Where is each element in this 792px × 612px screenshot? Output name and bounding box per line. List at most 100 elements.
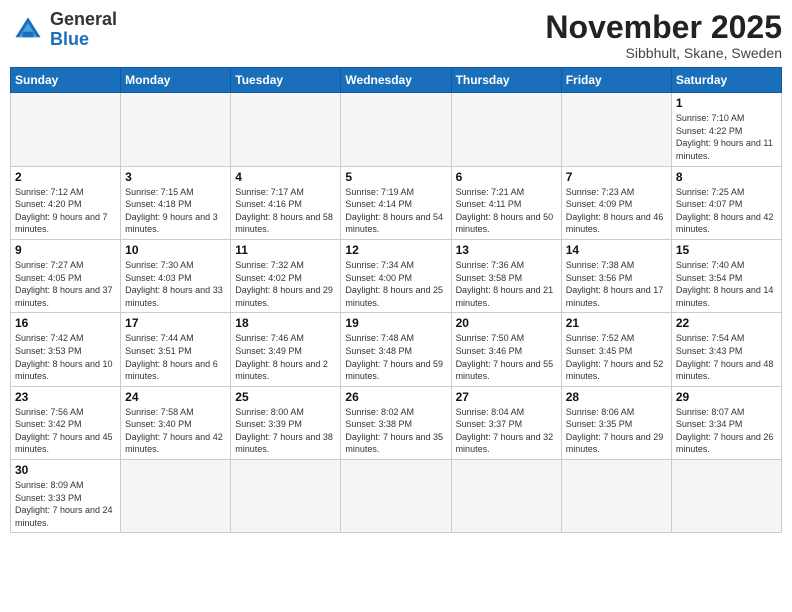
calendar-day-cell: 5 Sunrise: 7:19 AM Sunset: 4:14 PM Daylig… (341, 166, 451, 239)
day-number: 13 (456, 243, 557, 257)
calendar-day-cell: 24Sunrise: 7:58 AM Sunset: 3:40 PM Dayli… (121, 386, 231, 459)
day-info: Sunrise: 7:40 AM Sunset: 3:54 PM Dayligh… (676, 259, 777, 309)
day-info: Sunrise: 7:17 AM Sunset: 4:16 PM Dayligh… (235, 186, 336, 236)
day-number: 22 (676, 316, 777, 330)
day-number: 3 (125, 170, 226, 184)
calendar-day-cell (561, 93, 671, 166)
day-info: Sunrise: 7:56 AM Sunset: 3:42 PM Dayligh… (15, 406, 116, 456)
calendar-day-cell: 14Sunrise: 7:38 AM Sunset: 3:56 PM Dayli… (561, 239, 671, 312)
calendar-week-row: 1Sunrise: 7:10 AM Sunset: 4:22 PM Daylig… (11, 93, 782, 166)
day-number: 26 (345, 390, 446, 404)
day-number: 29 (676, 390, 777, 404)
day-info: Sunrise: 8:06 AM Sunset: 3:35 PM Dayligh… (566, 406, 667, 456)
col-friday: Friday (561, 68, 671, 93)
calendar-day-cell: 23Sunrise: 7:56 AM Sunset: 3:42 PM Dayli… (11, 386, 121, 459)
day-info: Sunrise: 7:30 AM Sunset: 4:03 PM Dayligh… (125, 259, 226, 309)
calendar-day-cell: 4Sunrise: 7:17 AM Sunset: 4:16 PM Daylig… (231, 166, 341, 239)
calendar-day-cell: 26 Sunrise: 8:02 AM Sunset: 3:38 PM Dayli… (341, 386, 451, 459)
day-info: Sunrise: 7:19 AM Sunset: 4:14 PM Dayligh… (345, 186, 446, 236)
col-sunday: Sunday (11, 68, 121, 93)
calendar-day-cell (451, 93, 561, 166)
day-info: Sunrise: 7:15 AM Sunset: 4:18 PM Dayligh… (125, 186, 226, 236)
day-number: 9 (15, 243, 116, 257)
day-number: 24 (125, 390, 226, 404)
calendar-week-row: 2 Sunrise: 7:12 AM Sunset: 4:20 PM Daylig… (11, 166, 782, 239)
day-info: Sunrise: 7:54 AM Sunset: 3:43 PM Dayligh… (676, 332, 777, 382)
day-info: Sunrise: 7:42 AM Sunset: 3:53 PM Dayligh… (15, 332, 116, 382)
day-number: 17 (125, 316, 226, 330)
day-number: 12 (345, 243, 446, 257)
day-info: Sunrise: 7:44 AM Sunset: 3:51 PM Dayligh… (125, 332, 226, 382)
day-info: Sunrise: 7:12 AM Sunset: 4:20 PM Dayligh… (15, 186, 116, 236)
calendar-day-cell (121, 93, 231, 166)
logo-text: General Blue (50, 10, 117, 50)
calendar-day-cell: 8 Sunrise: 7:25 AM Sunset: 4:07 PM Daylig… (671, 166, 781, 239)
calendar-day-cell: 11 Sunrise: 7:32 AM Sunset: 4:02 PM Dayli… (231, 239, 341, 312)
day-info: Sunrise: 8:07 AM Sunset: 3:34 PM Dayligh… (676, 406, 777, 456)
calendar-day-cell: 21Sunrise: 7:52 AM Sunset: 3:45 PM Dayli… (561, 313, 671, 386)
calendar-day-cell (671, 460, 781, 533)
col-monday: Monday (121, 68, 231, 93)
calendar-day-cell: 22 Sunrise: 7:54 AM Sunset: 3:43 PM Dayli… (671, 313, 781, 386)
day-number: 14 (566, 243, 667, 257)
calendar-header-row: Sunday Monday Tuesday Wednesday Thursday… (11, 68, 782, 93)
calendar-day-cell (231, 93, 341, 166)
calendar-day-cell: 13 Sunrise: 7:36 AM Sunset: 3:58 PM Dayli… (451, 239, 561, 312)
day-info: Sunrise: 7:48 AM Sunset: 3:48 PM Dayligh… (345, 332, 446, 382)
day-number: 18 (235, 316, 336, 330)
page: General Blue November 2025 Sibbhult, Ska… (0, 0, 792, 543)
calendar-day-cell: 10 Sunrise: 7:30 AM Sunset: 4:03 PM Dayli… (121, 239, 231, 312)
calendar-day-cell (11, 93, 121, 166)
day-number: 7 (566, 170, 667, 184)
calendar-day-cell (121, 460, 231, 533)
logo-general: General (50, 9, 117, 29)
col-tuesday: Tuesday (231, 68, 341, 93)
calendar-day-cell: 20Sunrise: 7:50 AM Sunset: 3:46 PM Dayli… (451, 313, 561, 386)
day-info: Sunrise: 8:00 AM Sunset: 3:39 PM Dayligh… (235, 406, 336, 456)
col-saturday: Saturday (671, 68, 781, 93)
calendar-day-cell (341, 460, 451, 533)
calendar-day-cell (451, 460, 561, 533)
day-info: Sunrise: 8:09 AM Sunset: 3:33 PM Dayligh… (15, 479, 116, 529)
day-number: 28 (566, 390, 667, 404)
calendar-day-cell: 12 Sunrise: 7:34 AM Sunset: 4:00 PM Dayli… (341, 239, 451, 312)
calendar-week-row: 30Sunrise: 8:09 AM Sunset: 3:33 PM Dayli… (11, 460, 782, 533)
day-info: Sunrise: 7:25 AM Sunset: 4:07 PM Dayligh… (676, 186, 777, 236)
day-info: Sunrise: 8:04 AM Sunset: 3:37 PM Dayligh… (456, 406, 557, 456)
calendar-day-cell: 29 Sunrise: 8:07 AM Sunset: 3:34 PM Dayli… (671, 386, 781, 459)
day-number: 6 (456, 170, 557, 184)
day-number: 2 (15, 170, 116, 184)
calendar-day-cell: 6Sunrise: 7:21 AM Sunset: 4:11 PM Daylig… (451, 166, 561, 239)
calendar-day-cell: 3 Sunrise: 7:15 AM Sunset: 4:18 PM Daylig… (121, 166, 231, 239)
location-subtitle: Sibbhult, Skane, Sweden (545, 45, 782, 61)
calendar-day-cell (561, 460, 671, 533)
col-wednesday: Wednesday (341, 68, 451, 93)
day-info: Sunrise: 8:02 AM Sunset: 3:38 PM Dayligh… (345, 406, 446, 456)
day-number: 10 (125, 243, 226, 257)
day-number: 11 (235, 243, 336, 257)
logo-blue: Blue (50, 29, 89, 49)
calendar-day-cell: 27 Sunrise: 8:04 AM Sunset: 3:37 PM Dayli… (451, 386, 561, 459)
day-number: 20 (456, 316, 557, 330)
day-info: Sunrise: 7:52 AM Sunset: 3:45 PM Dayligh… (566, 332, 667, 382)
calendar-day-cell: 18Sunrise: 7:46 AM Sunset: 3:49 PM Dayli… (231, 313, 341, 386)
day-info: Sunrise: 7:23 AM Sunset: 4:09 PM Dayligh… (566, 186, 667, 236)
calendar-day-cell: 9 Sunrise: 7:27 AM Sunset: 4:05 PM Daylig… (11, 239, 121, 312)
col-thursday: Thursday (451, 68, 561, 93)
calendar-day-cell (341, 93, 451, 166)
month-title: November 2025 (545, 10, 782, 45)
day-number: 27 (456, 390, 557, 404)
calendar-day-cell: 17 Sunrise: 7:44 AM Sunset: 3:51 PM Dayli… (121, 313, 231, 386)
header: General Blue November 2025 Sibbhult, Ska… (10, 10, 782, 61)
day-info: Sunrise: 7:34 AM Sunset: 4:00 PM Dayligh… (345, 259, 446, 309)
day-info: Sunrise: 7:36 AM Sunset: 3:58 PM Dayligh… (456, 259, 557, 309)
calendar-day-cell: 15Sunrise: 7:40 AM Sunset: 3:54 PM Dayli… (671, 239, 781, 312)
generalblue-logo-icon (10, 12, 46, 48)
calendar-day-cell: 1Sunrise: 7:10 AM Sunset: 4:22 PM Daylig… (671, 93, 781, 166)
day-info: Sunrise: 7:27 AM Sunset: 4:05 PM Dayligh… (15, 259, 116, 309)
day-number: 8 (676, 170, 777, 184)
day-info: Sunrise: 7:32 AM Sunset: 4:02 PM Dayligh… (235, 259, 336, 309)
day-number: 5 (345, 170, 446, 184)
calendar-table: Sunday Monday Tuesday Wednesday Thursday… (10, 67, 782, 533)
calendar-day-cell: 28 Sunrise: 8:06 AM Sunset: 3:35 PM Dayli… (561, 386, 671, 459)
